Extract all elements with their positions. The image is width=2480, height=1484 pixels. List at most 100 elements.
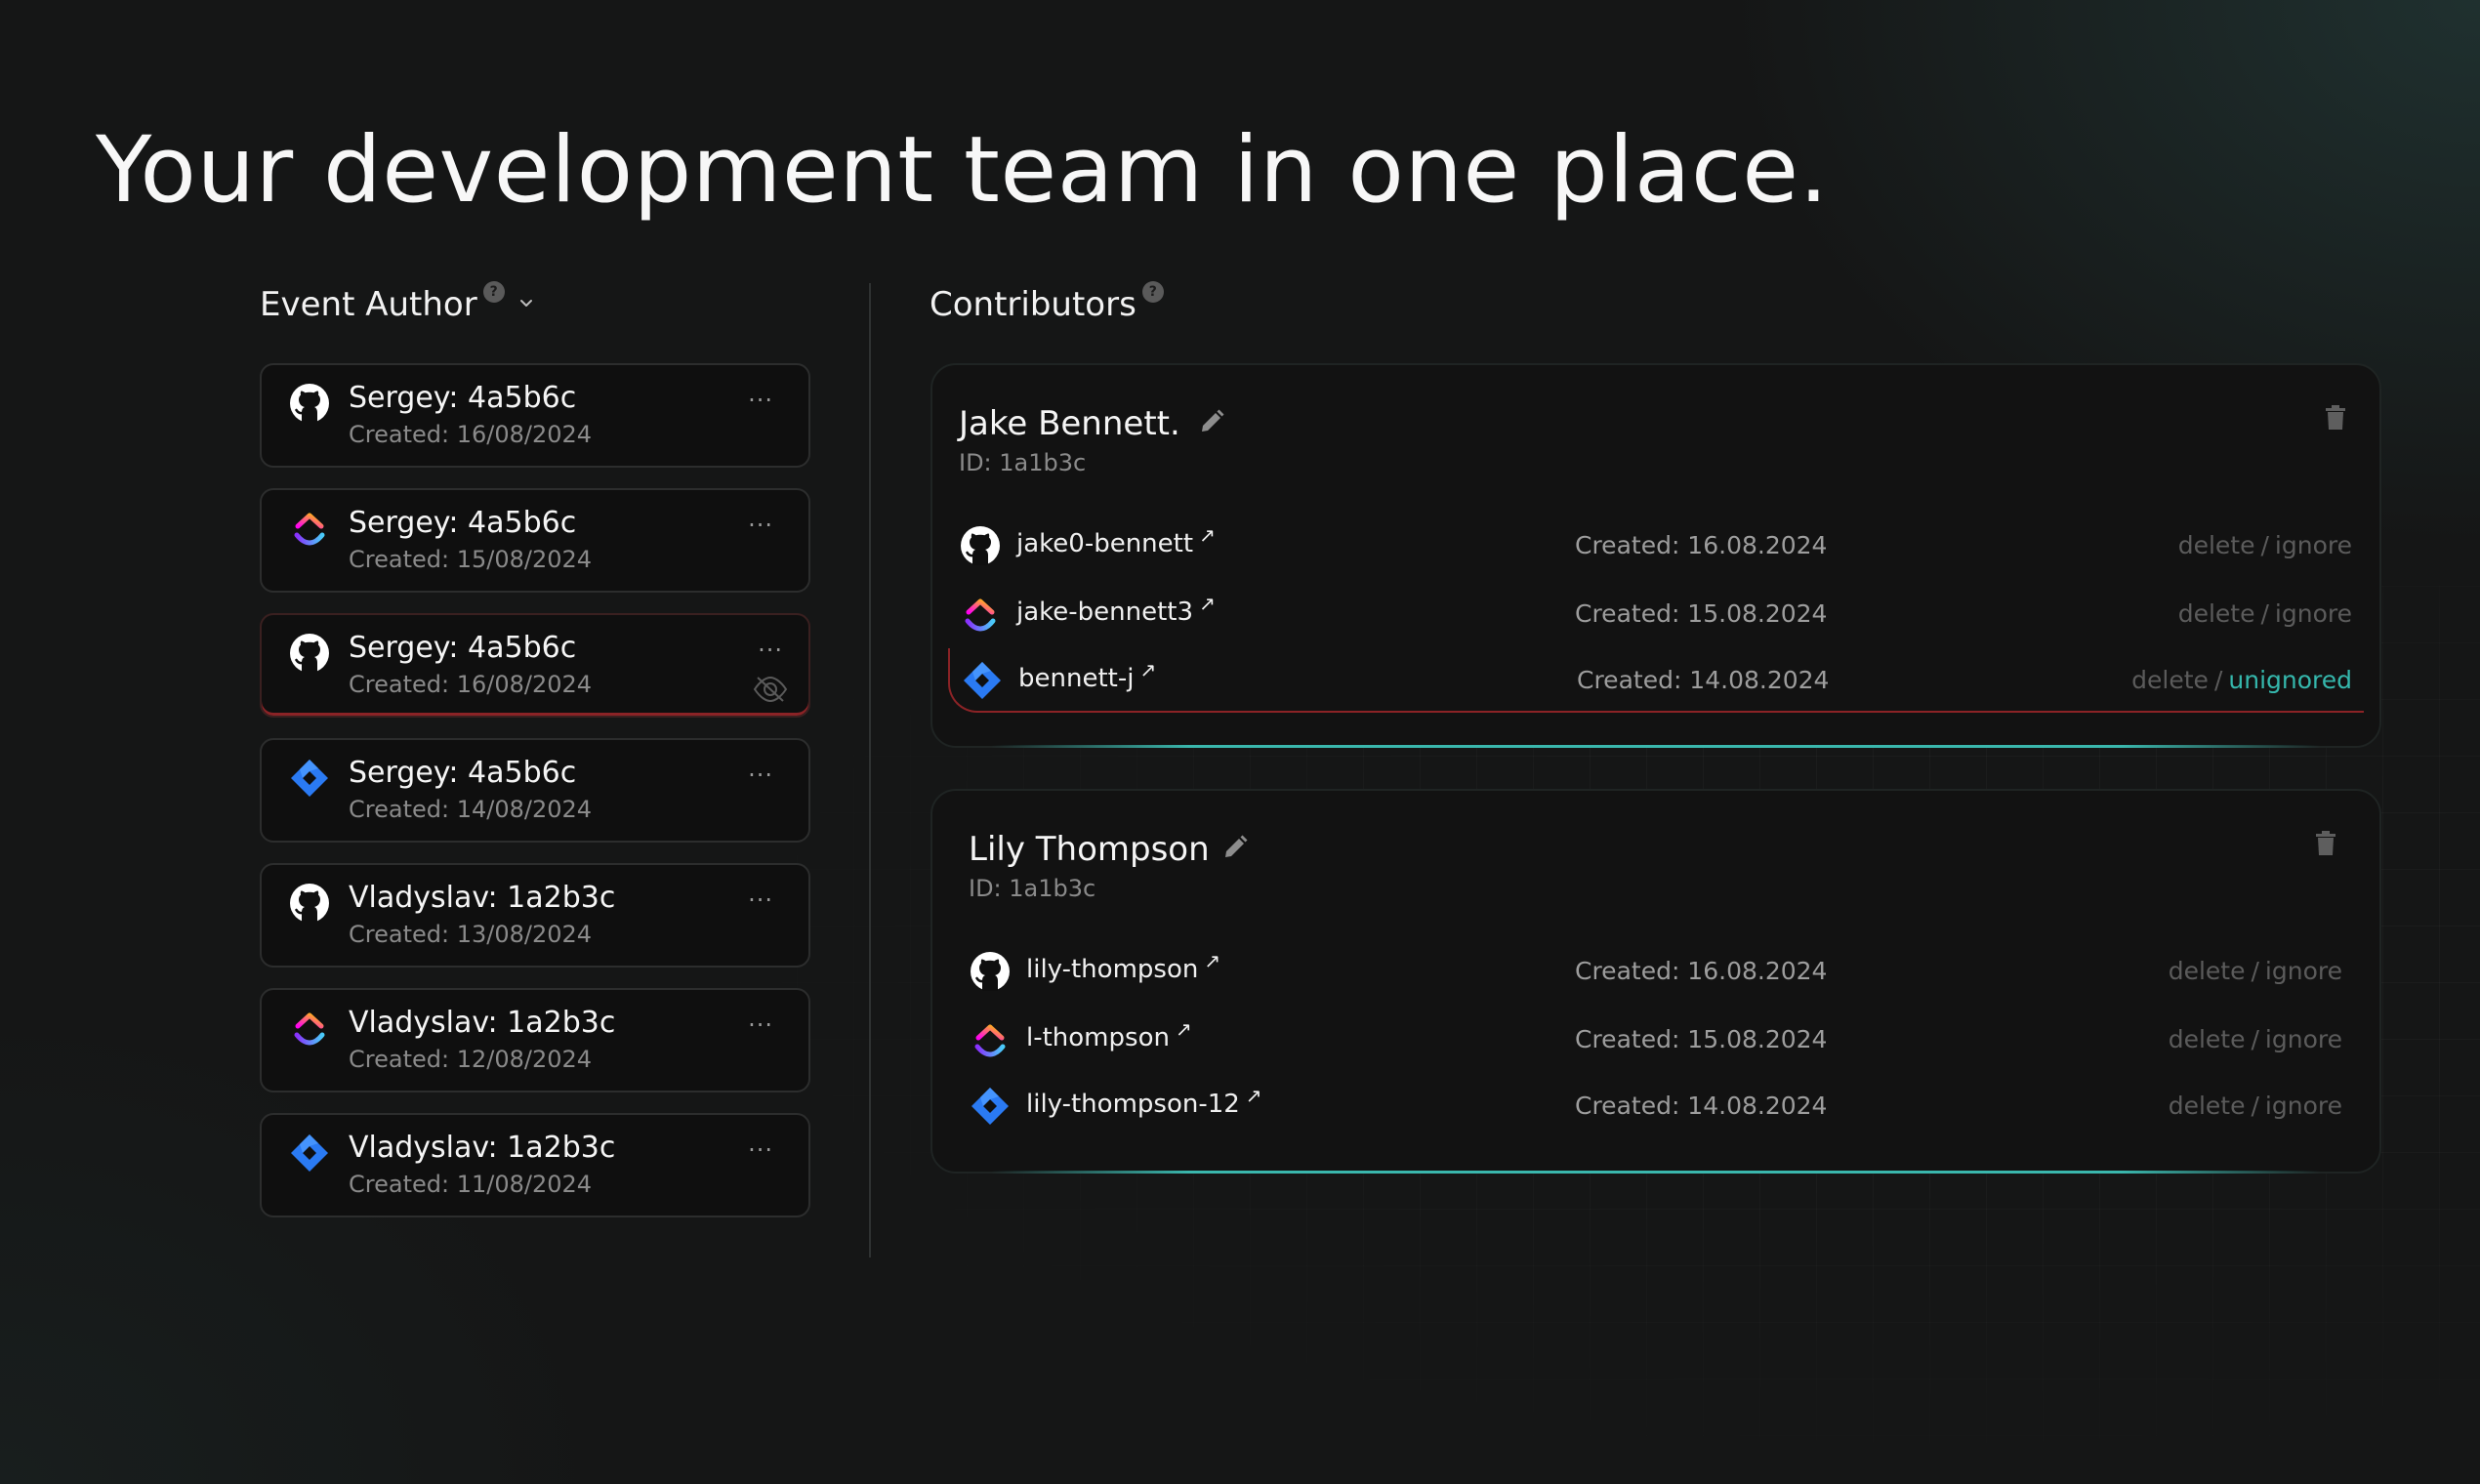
author-title: Vladyslav: 1a2b3c — [349, 1131, 616, 1165]
event-author-header[interactable]: Event Author ? — [260, 281, 534, 324]
contributor-id: ID: 1a1b3c — [959, 449, 1087, 476]
author-card[interactable]: Sergey: 4a5b6c Created: 16/08/2024 ··· — [260, 363, 810, 468]
delete-link[interactable]: delete — [2131, 666, 2209, 694]
author-title: Sergey: 4a5b6c — [349, 381, 577, 415]
external-link-icon: ↗ — [1204, 949, 1221, 972]
account-actions: delete / ignore — [2177, 599, 2352, 628]
trash-icon[interactable] — [2314, 830, 2337, 857]
github-icon — [289, 883, 330, 924]
github-icon — [289, 633, 330, 674]
clickup-icon — [289, 1008, 330, 1049]
external-link-icon: ↗ — [1175, 1017, 1192, 1041]
author-title: Sergey: 4a5b6c — [349, 506, 577, 540]
contributors-header: Contributors ? — [930, 281, 1164, 324]
jira-icon — [970, 1086, 1011, 1127]
more-options-icon[interactable]: ··· — [748, 762, 773, 789]
account-created: Created: 14.08.2024 — [1577, 666, 1830, 694]
clickup-icon — [289, 508, 330, 549]
author-created: Created: 15/08/2024 — [349, 546, 593, 573]
delete-link[interactable]: delete — [2169, 1025, 2246, 1053]
github-icon — [970, 951, 1011, 992]
delete-link[interactable]: delete — [2178, 599, 2255, 628]
author-created: Created: 16/08/2024 — [349, 671, 593, 698]
author-card-ignored[interactable]: Sergey: 4a5b6c Created: 16/08/2024 ··· — [260, 613, 810, 718]
account-row: jake0-bennett ↗ Created: 16.08.2024 delet… — [948, 514, 2364, 578]
author-title: Vladyslav: 1a2b3c — [349, 1006, 616, 1040]
author-card[interactable]: Vladyslav: 1a2b3c Created: 11/08/2024 ··… — [260, 1113, 810, 1217]
event-author-title: Event Author — [260, 285, 477, 324]
more-options-icon[interactable]: ··· — [758, 637, 783, 664]
account-created: Created: 15.08.2024 — [1575, 1025, 1828, 1053]
help-icon[interactable]: ? — [1141, 281, 1164, 303]
contributor-card: Jake Bennett. ID: 1a1b3c jake0-bennett ↗ … — [930, 363, 2381, 748]
github-icon — [289, 383, 330, 424]
author-card[interactable]: Sergey: 4a5b6c Created: 14/08/2024 ··· — [260, 738, 810, 843]
edit-icon[interactable] — [1221, 834, 1249, 861]
event-author-list: Sergey: 4a5b6c Created: 16/08/2024 ··· S… — [260, 363, 810, 1238]
author-created: Created: 11/08/2024 — [349, 1171, 593, 1198]
author-card[interactable]: Sergey: 4a5b6c Created: 15/08/2024 ··· — [260, 488, 810, 593]
delete-link[interactable]: delete — [2178, 531, 2255, 559]
author-card[interactable]: Vladyslav: 1a2b3c Created: 13/08/2024 ··… — [260, 863, 810, 968]
account-link[interactable]: bennett-j ↗ — [1018, 658, 1156, 693]
account-link[interactable]: lily-thompson-12 ↗ — [1026, 1084, 1262, 1119]
more-options-icon[interactable]: ··· — [748, 512, 773, 539]
account-row-ignored: bennett-j ↗ Created: 14.08.2024 delete / un… — [948, 648, 2364, 713]
account-actions: delete / ignore — [2168, 1092, 2342, 1120]
contributor-card: Lily Thompson ID: 1a1b3c lily-thompson ↗ … — [930, 789, 2381, 1174]
edit-icon[interactable] — [1198, 408, 1225, 435]
github-icon — [960, 525, 1001, 566]
account-created: Created: 16.08.2024 — [1575, 531, 1828, 559]
account-created: Created: 14.08.2024 — [1575, 1092, 1828, 1120]
account-actions: delete / ignore — [2168, 1025, 2342, 1053]
author-created: Created: 12/08/2024 — [349, 1046, 593, 1073]
more-options-icon[interactable]: ··· — [748, 387, 773, 414]
account-link[interactable]: jake-bennett3 ↗ — [1016, 592, 1216, 627]
account-actions: delete / ignore — [2177, 531, 2352, 559]
author-created: Created: 16/08/2024 — [349, 421, 593, 448]
external-link-icon: ↗ — [1139, 658, 1157, 681]
help-icon[interactable]: ? — [482, 281, 505, 303]
clickup-icon — [960, 594, 1001, 635]
delete-link[interactable]: delete — [2169, 957, 2246, 985]
ignore-link[interactable]: ignore — [2275, 599, 2352, 628]
external-link-icon: ↗ — [1245, 1084, 1262, 1107]
ignore-link[interactable]: ignore — [2265, 1092, 2342, 1120]
account-link[interactable]: l-thompson ↗ — [1026, 1017, 1192, 1052]
author-title: Sergey: 4a5b6c — [349, 631, 577, 665]
page-headline: Your development team in one place. — [96, 117, 1829, 224]
contributor-name: Jake Bennett. — [959, 404, 1180, 443]
contributor-id: ID: 1a1b3c — [969, 875, 1096, 902]
account-link[interactable]: lily-thompson ↗ — [1026, 949, 1220, 984]
section-divider — [869, 283, 871, 1257]
more-options-icon[interactable]: ··· — [748, 1136, 773, 1164]
chevron-down-icon[interactable] — [518, 295, 534, 310]
account-row: lily-thompson-12 ↗ Created: 14.08.2024 de… — [958, 1074, 2354, 1138]
jira-icon — [962, 660, 1003, 701]
account-created: Created: 16.08.2024 — [1575, 957, 1828, 985]
contributors-title: Contributors — [930, 285, 1137, 324]
trash-icon[interactable] — [2324, 404, 2347, 432]
account-link[interactable]: jake0-bennett ↗ — [1016, 523, 1216, 558]
delete-link[interactable]: delete — [2169, 1092, 2246, 1120]
more-options-icon[interactable]: ··· — [748, 1011, 773, 1039]
ignore-link[interactable]: ignore — [2265, 1025, 2342, 1053]
account-row: jake-bennett3 ↗ Created: 15.08.2024 delet… — [948, 582, 2364, 646]
unignore-link[interactable]: unignored — [2228, 666, 2352, 694]
account-actions: delete / unignored — [2131, 666, 2352, 694]
clickup-icon — [970, 1019, 1011, 1060]
external-link-icon: ↗ — [1199, 592, 1216, 615]
author-card[interactable]: Vladyslav: 1a2b3c Created: 12/08/2024 ··… — [260, 988, 810, 1092]
account-row: lily-thompson ↗ Created: 16.08.2024 delet… — [958, 939, 2354, 1004]
jira-icon — [289, 1133, 330, 1174]
eye-off-icon[interactable] — [752, 674, 789, 705]
author-title: Sergey: 4a5b6c — [349, 756, 577, 790]
contributor-name: Lily Thompson — [969, 830, 1210, 869]
account-actions: delete / ignore — [2168, 957, 2342, 985]
author-created: Created: 14/08/2024 — [349, 796, 593, 823]
author-title: Vladyslav: 1a2b3c — [349, 881, 616, 915]
ignore-link[interactable]: ignore — [2275, 531, 2352, 559]
ignore-link[interactable]: ignore — [2265, 957, 2342, 985]
more-options-icon[interactable]: ··· — [748, 886, 773, 914]
account-row: l-thompson ↗ Created: 15.08.2024 delete / i… — [958, 1008, 2354, 1072]
